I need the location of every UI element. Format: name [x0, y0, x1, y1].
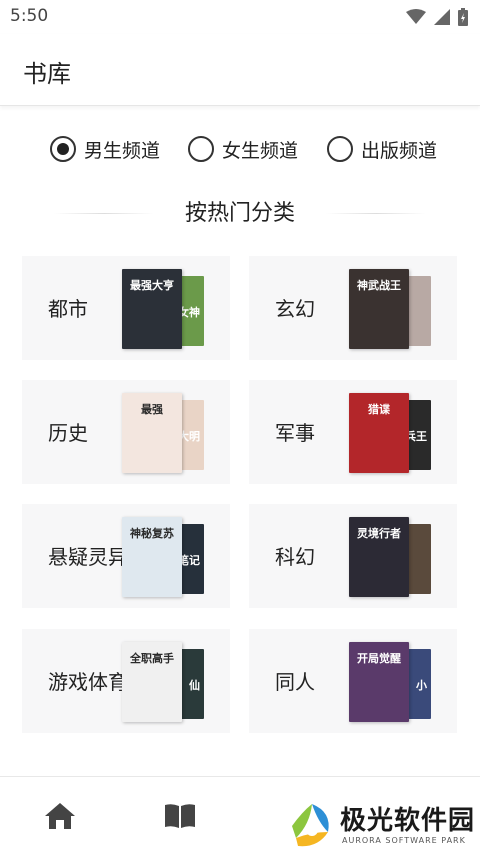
heading-divider	[326, 213, 426, 214]
heading-divider	[54, 213, 154, 214]
cover-title: 灵境行者	[357, 527, 401, 540]
category-card[interactable]: 同人小开局觉醒	[249, 629, 457, 733]
category-label: 玄幻	[275, 297, 315, 321]
category-label: 悬疑灵异	[48, 545, 128, 569]
category-card[interactable]: 悬疑灵异盗墓笔记神秘复苏	[22, 504, 230, 608]
radio-female-channel[interactable]: 女生频道	[188, 132, 298, 166]
category-card[interactable]: 军事 兵王 猎谍	[249, 380, 457, 484]
channel-selector: 男生频道 女生频道 出版频道	[50, 132, 450, 166]
book-cover-front: 全职高手	[122, 642, 182, 722]
category-card[interactable]: 玄幻 神武战王	[249, 256, 457, 360]
cover-title: 最强	[141, 403, 163, 416]
cover-title: 神武战王	[357, 279, 401, 292]
cover-title: 全职高手	[130, 652, 174, 665]
book-cover-front: 最强大亨	[122, 269, 182, 349]
cover-title: 神秘复苏	[130, 527, 174, 540]
nav-bookshelf-button[interactable]	[160, 799, 200, 833]
nav-home-button[interactable]	[40, 799, 80, 833]
category-label: 历史	[48, 421, 88, 445]
home-icon	[45, 803, 75, 829]
app-header: 书库	[0, 34, 480, 106]
status-icons	[406, 8, 468, 26]
cover-title: 最强大亨	[130, 279, 174, 292]
book-cover-front: 神武战王	[349, 269, 409, 349]
radio-label: 出版频道	[361, 139, 438, 162]
wifi-icon	[406, 9, 426, 24]
book-icon	[165, 804, 195, 828]
radio-label: 男生频道	[84, 139, 161, 162]
category-card[interactable]: 都市我的女神最强大亨	[22, 256, 230, 360]
category-label: 都市	[48, 297, 88, 321]
status-bar: 5:50	[0, 0, 480, 34]
book-cover-front: 开局觉醒	[349, 642, 409, 722]
section-heading: 按热门分类	[0, 196, 480, 232]
radio-label: 女生频道	[222, 139, 299, 162]
watermark-text: 极光软件园	[340, 806, 476, 836]
book-cover-front: 神秘复苏	[122, 517, 182, 597]
book-cover-front: 猎谍	[349, 393, 409, 473]
section-title: 按热门分类	[184, 201, 295, 226]
page-title: 书库	[23, 60, 71, 88]
book-cover-front: 灵境行者	[349, 517, 409, 597]
category-card[interactable]: 科幻 灵境行者	[249, 504, 457, 608]
category-label: 军事	[275, 421, 315, 445]
watermark: 极光软件园 AURORA SOFTWARE PARK	[288, 800, 480, 852]
category-label: 科幻	[275, 545, 315, 569]
category-label: 同人	[275, 670, 315, 694]
radio-circle-icon	[327, 136, 353, 162]
radio-male-channel[interactable]: 男生频道	[50, 132, 160, 166]
radio-publish-channel[interactable]: 出版频道	[327, 132, 437, 166]
battery-icon	[458, 8, 468, 26]
status-time: 5:50	[10, 6, 49, 26]
signal-icon	[434, 9, 450, 25]
category-card[interactable]: 历史 大明 最强	[22, 380, 230, 484]
watermark-subtext: AURORA SOFTWARE PARK	[342, 836, 466, 845]
book-cover-front: 最强	[122, 393, 182, 473]
radio-circle-icon	[50, 136, 76, 162]
radio-circle-icon	[188, 136, 214, 162]
category-label: 游戏体育	[48, 670, 128, 694]
cover-title: 猎谍	[368, 403, 390, 416]
aurora-logo-icon	[292, 804, 329, 847]
category-card[interactable]: 游戏体育仙全职高手	[22, 629, 230, 733]
cover-title: 开局觉醒	[357, 652, 401, 665]
